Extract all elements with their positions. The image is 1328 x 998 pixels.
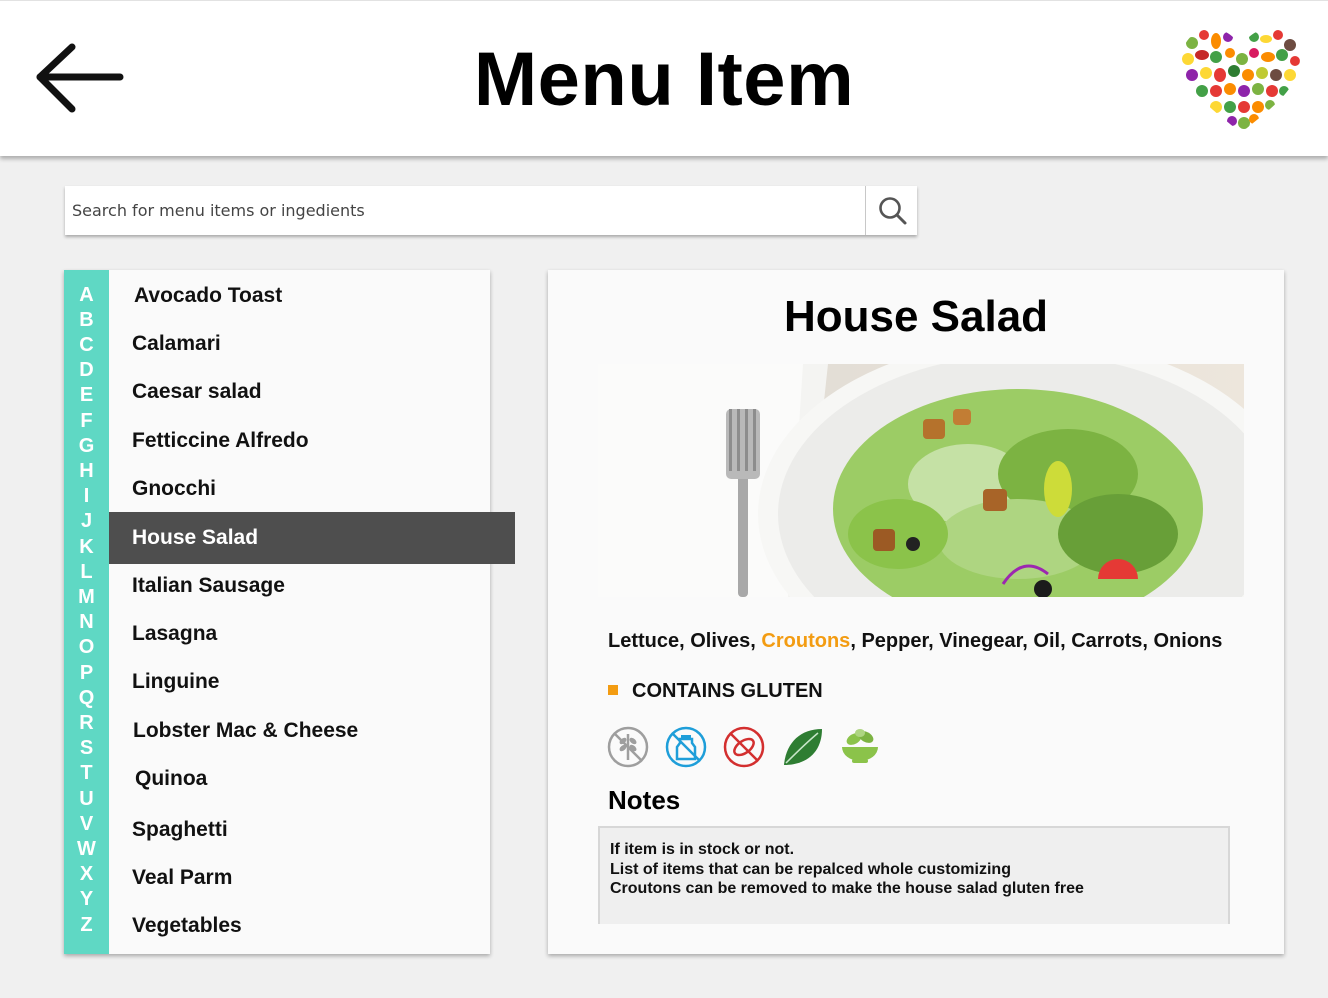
no-gluten-icon: [607, 726, 649, 768]
alphabet-letter-u[interactable]: U: [64, 788, 109, 810]
search-bar: [65, 186, 917, 235]
alphabet-letter-x[interactable]: X: [64, 863, 109, 885]
search-icon: [879, 197, 907, 225]
house-salad-photo: [598, 364, 1244, 597]
menu-item[interactable]: Lasagna: [132, 608, 217, 660]
ingredient: Lettuce: [608, 630, 680, 652]
alphabet-letter-d[interactable]: D: [64, 359, 109, 381]
alphabet-letter-r[interactable]: R: [64, 712, 109, 734]
alphabet-letter-s[interactable]: S: [64, 737, 109, 759]
alphabet-letter-m[interactable]: M: [64, 586, 109, 608]
menu-item[interactable]: Linguine: [132, 656, 220, 708]
menu-item[interactable]: Caesar salad: [132, 366, 262, 418]
item-detail-panel: House Salad Lettuce, Olives, Croutons, P…: [548, 270, 1284, 954]
menu-item[interactable]: Quinoa: [135, 753, 207, 805]
salad-bowl-icon: [842, 729, 878, 763]
alphabet-letter-t[interactable]: T: [64, 762, 109, 784]
alphabet-letter-j[interactable]: J: [64, 510, 109, 532]
ingredient: Croutons: [761, 630, 851, 652]
menu-item[interactable]: Italian Sausage: [132, 560, 285, 612]
alphabet-letter-i[interactable]: I: [64, 485, 109, 507]
leaf-icon: [784, 729, 822, 765]
alphabet-letter-n[interactable]: N: [64, 611, 109, 633]
warning-square-icon: [608, 685, 618, 695]
alphabet-letter-e[interactable]: E: [64, 384, 109, 406]
allergen-warning: CONTAINS GLUTEN: [608, 680, 823, 703]
notes-title: Notes: [608, 785, 681, 815]
menu-item[interactable]: Gnocchi: [132, 463, 216, 515]
alphabet-letter-o[interactable]: O: [64, 636, 109, 658]
alphabet-letter-g[interactable]: G: [64, 435, 109, 457]
note-line: If item is in stock or not.: [610, 841, 795, 858]
item-title: House Salad: [783, 292, 1049, 341]
ingredient: Onions: [1153, 630, 1223, 652]
alphabet-letter-w[interactable]: W: [64, 838, 109, 860]
warning-text: CONTAINS GLUTEN: [632, 680, 823, 702]
no-nuts-icon: [723, 726, 765, 768]
ingredient: Olives: [690, 630, 751, 652]
alphabet-letter-p[interactable]: P: [64, 662, 109, 684]
alphabet-letter-b[interactable]: B: [64, 309, 109, 331]
search-input[interactable]: [65, 186, 860, 235]
ingredient: Carrots: [1071, 630, 1143, 652]
header: Menu Item: [0, 0, 1328, 156]
ingredient: Pepper: [861, 630, 929, 652]
menu-item[interactable]: Veal Parm: [132, 852, 232, 904]
menu-item[interactable]: Fetticcine Alfredo: [132, 415, 309, 467]
menu-item[interactable]: House Salad: [109, 512, 515, 564]
alphabet-letter-q[interactable]: Q: [64, 687, 109, 709]
menu-list-panel: ABCDEFGHIJKLMNOPQRSTUVWXYZ Avocado Toast…: [64, 270, 515, 954]
alphabet-letter-f[interactable]: F: [64, 410, 109, 432]
menu-item[interactable]: Avocado Toast: [134, 270, 282, 322]
menu-item[interactable]: Vegetables: [132, 900, 242, 952]
page-title: Menu Item: [473, 37, 855, 122]
note-line: Croutons can be removed to make the hous…: [610, 880, 1084, 897]
alphabet-letter-v[interactable]: V: [64, 813, 109, 835]
menu-item[interactable]: Spaghetti: [132, 804, 228, 856]
alphabet-letter-c[interactable]: C: [64, 334, 109, 356]
note-line: List of items that can be repalced whole…: [610, 860, 1011, 878]
ingredient: Oil: [1033, 630, 1061, 652]
alphabet-letter-z[interactable]: Z: [64, 914, 109, 936]
alphabet-letter-h[interactable]: H: [64, 460, 109, 482]
menu-item[interactable]: Lobster Mac & Cheese: [133, 705, 358, 757]
ingredient: Vinegear: [939, 630, 1023, 652]
alphabet-letter-l[interactable]: L: [64, 561, 109, 583]
ingredients-list: Lettuce, Olives, Croutons, Pepper, Vineg…: [608, 630, 1223, 652]
menu-item[interactable]: Calamari: [132, 318, 221, 370]
alphabet-letter-k[interactable]: K: [64, 536, 109, 558]
vegetable-heart-logo: [1178, 25, 1304, 135]
no-dairy-icon: [665, 726, 707, 768]
search-button[interactable]: [865, 186, 918, 235]
alphabet-letter-y[interactable]: Y: [64, 888, 109, 910]
notes-box: If item is in stock or not. List of items…: [598, 826, 1230, 924]
alphabet-index: ABCDEFGHIJKLMNOPQRSTUVWXYZ: [64, 270, 109, 954]
alphabet-letter-a[interactable]: A: [64, 284, 109, 306]
